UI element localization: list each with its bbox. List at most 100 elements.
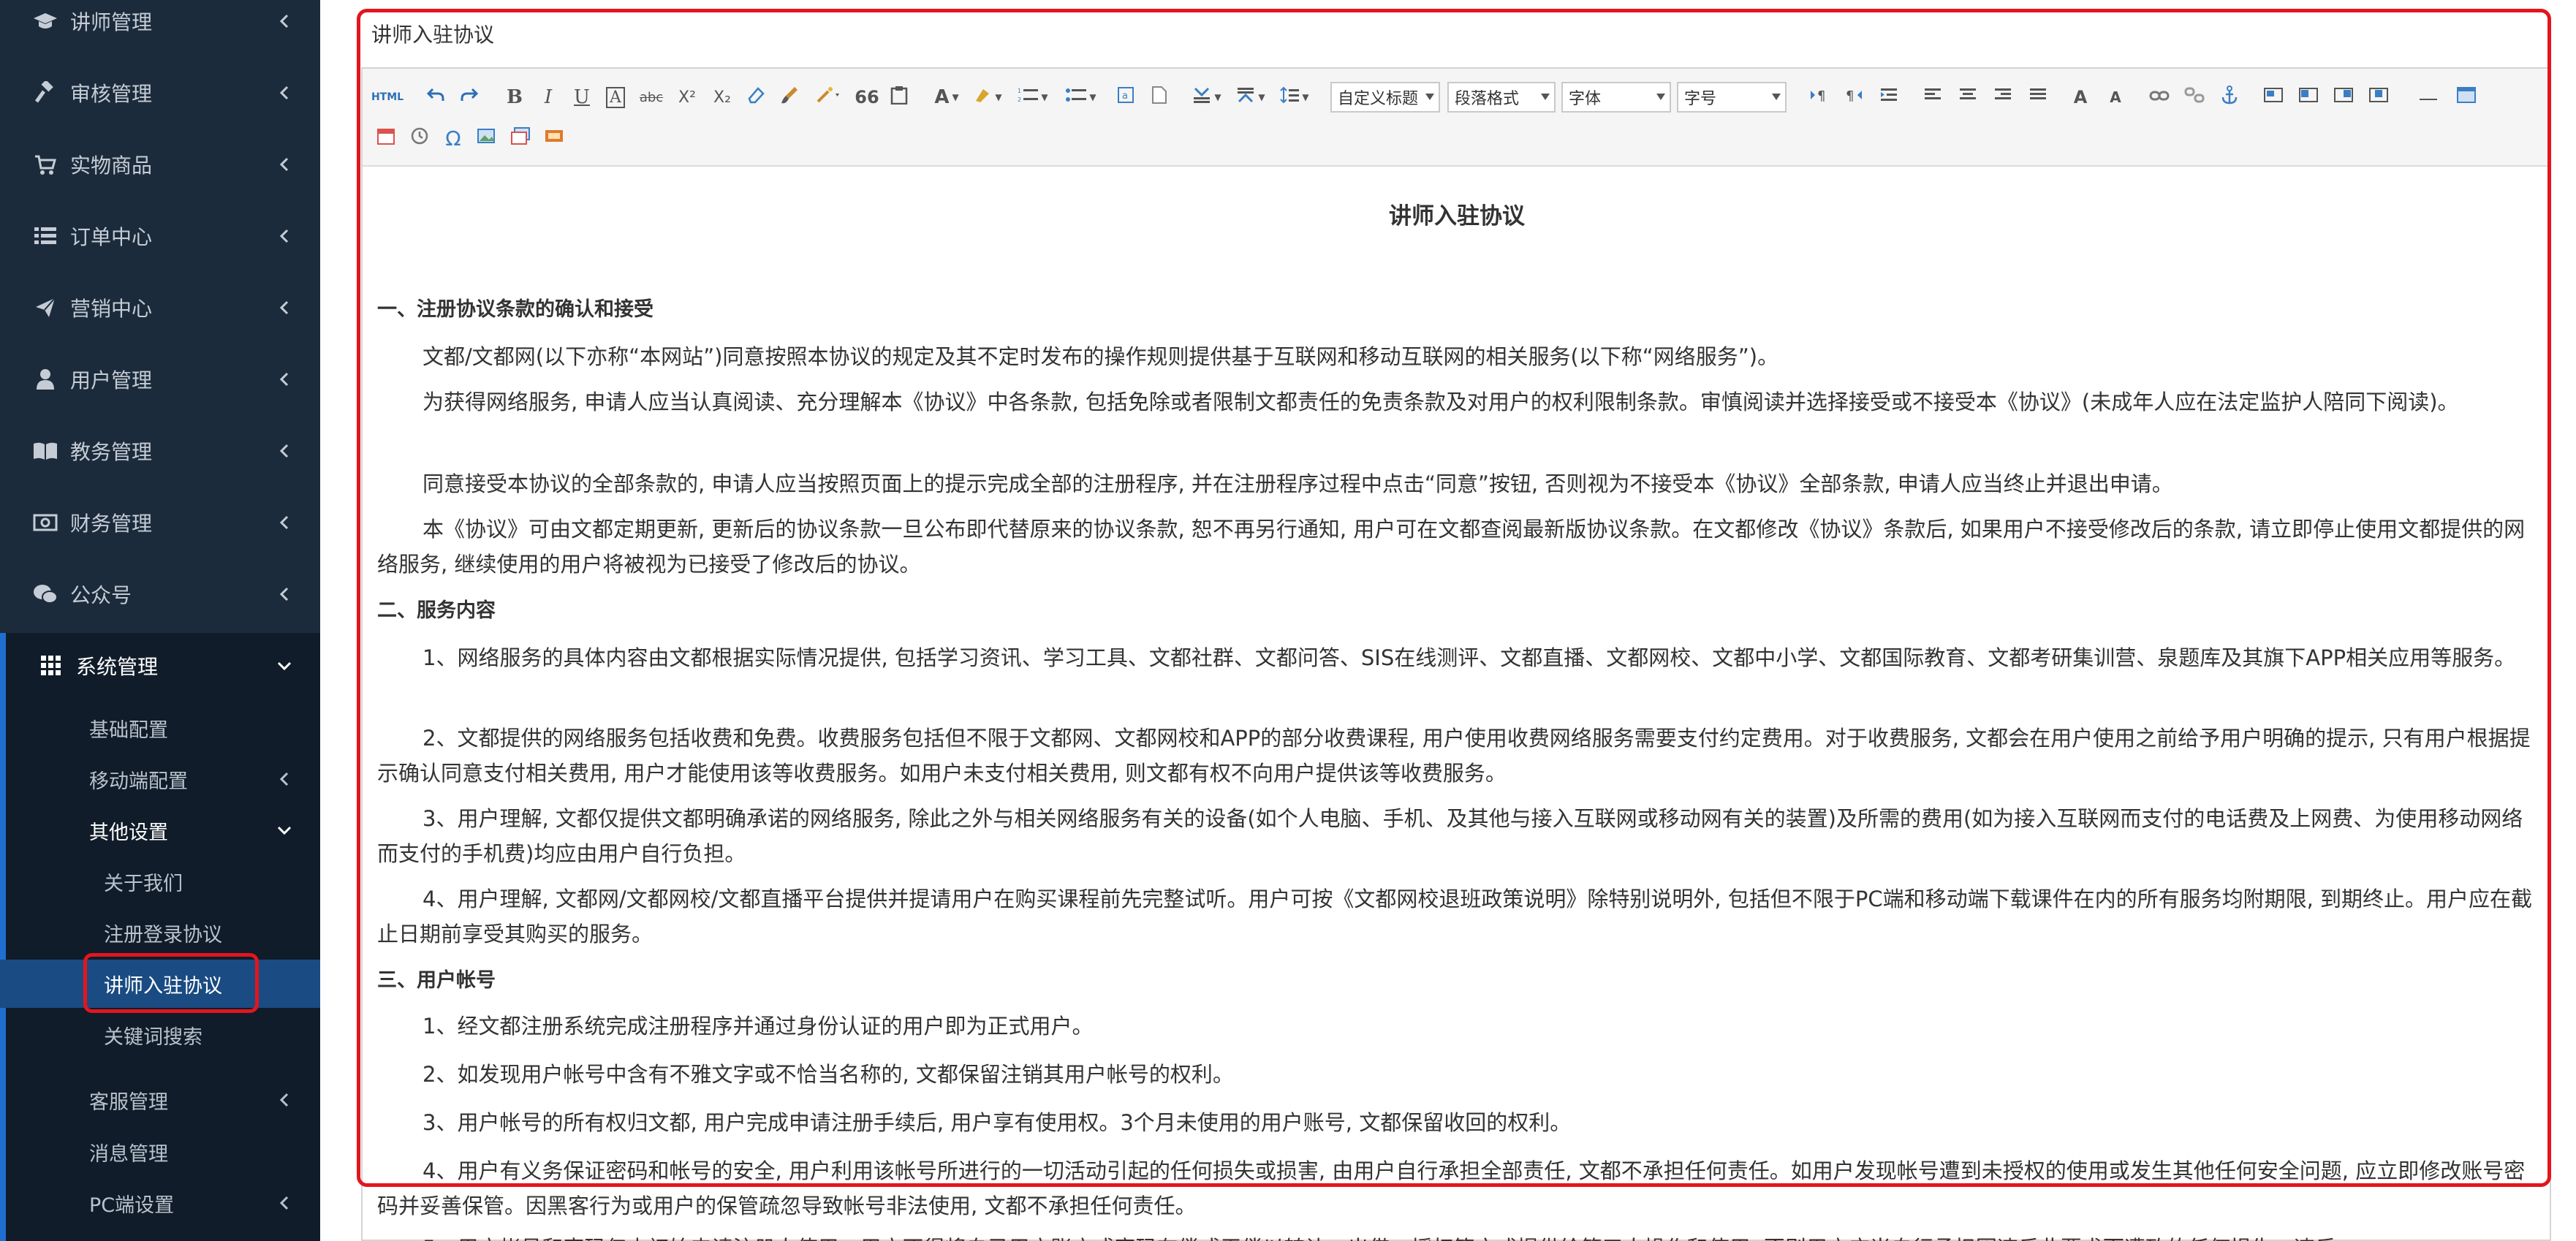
svg-text:2: 2 xyxy=(1018,96,1021,103)
fullscreen-button[interactable] xyxy=(2452,82,2481,113)
svg-text:¶: ¶ xyxy=(1817,88,1825,104)
agreement-title-input[interactable] xyxy=(365,12,2556,56)
dropdown-caret-icon: ▼ xyxy=(1089,92,1096,102)
paragraph-format-select[interactable]: 段落格式 xyxy=(1447,82,1556,113)
subscript-button[interactable]: X₂ xyxy=(708,82,737,113)
paragraph: 1、经文都注册系统完成注册程序并通过身份认证的用户即为正式用户。 xyxy=(423,1014,1094,1039)
book-open-icon xyxy=(32,438,58,464)
sidebar-item-marketing[interactable]: 营销中心 xyxy=(0,275,320,341)
multi-image-button[interactable] xyxy=(506,123,535,153)
sidebar-subitem-customer-service[interactable]: 客服管理 xyxy=(0,1076,320,1124)
sidebar-subitem-mobile-config[interactable]: 移动端配置 xyxy=(0,755,320,803)
unlink-button[interactable] xyxy=(2180,82,2209,113)
sidebar-item-wechat[interactable]: 公众号 xyxy=(0,561,320,627)
chevron-left-icon xyxy=(276,1092,292,1108)
sidebar-leaf-lecturer-agreement[interactable]: 讲师入驻协议 xyxy=(0,960,320,1008)
ordered-list-button[interactable]: 1 2 ▼ xyxy=(1015,82,1051,113)
ltr-direction-button[interactable]: ¶ xyxy=(1804,82,1833,113)
list-icon xyxy=(32,223,58,249)
italic-button[interactable]: I xyxy=(535,82,561,113)
paste-plain-button[interactable] xyxy=(886,82,912,113)
font-increase-button[interactable]: A xyxy=(2066,82,2095,113)
insert-image-button[interactable] xyxy=(472,123,501,153)
document-body[interactable]: 讲师入驻协议 一、注册协议条款的确认和接受 文都/文都网(以下亦称“本网站”)同… xyxy=(364,167,2550,1241)
chevron-left-icon xyxy=(276,586,292,602)
blockquote-button[interactable]: 66 xyxy=(852,82,882,113)
link-button[interactable] xyxy=(2145,82,2174,113)
clipboard-icon xyxy=(890,86,908,110)
background-color-button[interactable]: ▼ xyxy=(969,82,1006,113)
custom-title-select[interactable]: 自定义标题 xyxy=(1330,82,1440,113)
auto-format-button[interactable] xyxy=(810,82,846,113)
custom-title-value: 自定义标题 xyxy=(1338,90,1419,108)
sidebar-leaf-about-us[interactable]: 关于我们 xyxy=(0,857,320,906)
bold-label: B xyxy=(507,86,523,108)
sidebar-item-orders[interactable]: 订单中心 xyxy=(0,203,320,269)
horizontal-rule-button[interactable] xyxy=(2414,82,2443,113)
image-center-icon xyxy=(2368,86,2389,108)
sidebar-item-lecturer[interactable]: 讲师管理 xyxy=(0,0,320,54)
special-chars-button[interactable]: Ω xyxy=(439,123,468,153)
sidebar-subitem-other-settings[interactable]: 其他设置 xyxy=(0,806,320,854)
unordered-list-button[interactable]: ▼ xyxy=(1063,82,1099,113)
sidebar-subitem-basic-config[interactable]: 基础配置 xyxy=(0,704,320,752)
image-right-button[interactable] xyxy=(2329,82,2358,113)
strikethrough-label: abc xyxy=(639,89,664,105)
user-icon xyxy=(32,366,58,392)
sidebar-item-products[interactable]: 实物商品 xyxy=(0,132,320,197)
row-spacing-bottom-button[interactable]: ▼ xyxy=(1232,82,1269,113)
superscript-button[interactable]: X² xyxy=(673,82,702,113)
sidebar-item-academic[interactable]: 教务管理 xyxy=(0,418,320,484)
undo-button[interactable] xyxy=(421,82,450,113)
paragraph: 3、用户理解, 文都仅提供文都明确承诺的网络服务, 除此之外与相关网络服务有关的… xyxy=(377,806,2523,866)
insert-video-button[interactable] xyxy=(539,123,569,153)
rtl-direction-button[interactable]: ¶ xyxy=(1839,82,1868,113)
image-left-button[interactable] xyxy=(2294,82,2323,113)
anchor-text-button[interactable]: a xyxy=(1113,82,1139,113)
html-source-button[interactable]: HTML xyxy=(371,82,404,113)
bold-button[interactable]: B xyxy=(501,82,528,113)
format-painter-button[interactable] xyxy=(776,82,803,113)
eraser-button[interactable] xyxy=(743,82,769,113)
font-decrease-button[interactable]: A xyxy=(2101,82,2130,113)
dropdown-caret-icon: ▼ xyxy=(952,92,959,102)
sidebar-item-system[interactable]: 系统管理 xyxy=(0,633,320,699)
line-height-button[interactable]: ▼ xyxy=(1276,82,1313,113)
font-size-select[interactable]: 字号 xyxy=(1677,82,1787,113)
row-spacing-top-button[interactable]: ▼ xyxy=(1189,82,1225,113)
sidebar-subitem-pc-settings[interactable]: PC端设置 xyxy=(0,1179,320,1227)
align-center-button[interactable] xyxy=(1953,82,1982,113)
align-right-button[interactable] xyxy=(1988,82,2018,113)
chevron-left-icon xyxy=(276,771,292,787)
dropdown-arrow-icon xyxy=(1772,94,1781,100)
clear-doc-button[interactable] xyxy=(1146,82,1173,113)
font-color-button[interactable]: A ▼ xyxy=(928,82,965,113)
font-border-button[interactable]: A xyxy=(602,82,629,113)
align-left-button[interactable] xyxy=(1918,82,1947,113)
sidebar-leaf-register-agreement[interactable]: 注册登录协议 xyxy=(0,908,320,957)
sidebar-item-label: 营销中心 xyxy=(70,297,153,321)
sidebar-item-finance[interactable]: 财务管理 xyxy=(0,490,320,555)
sidebar-item-label: 订单中心 xyxy=(70,225,153,249)
image-center-button[interactable] xyxy=(2364,82,2393,113)
sidebar-item-users[interactable]: 用户管理 xyxy=(0,346,320,412)
anchor-button[interactable] xyxy=(2215,82,2244,113)
sidebar-subitem-label: 基础配置 xyxy=(89,718,168,742)
sidebar-item-review[interactable]: 审核管理 xyxy=(0,60,320,126)
sidebar-item-label: 系统管理 xyxy=(76,655,159,679)
omega-label: Ω xyxy=(445,126,461,151)
font-increase-label: A xyxy=(2073,87,2088,107)
paragraph: 3、用户帐号的所有权归文都, 用户完成申请注册手续后, 用户享有使用权。3个月未… xyxy=(423,1110,1572,1135)
align-justify-button[interactable] xyxy=(2023,82,2053,113)
chevron-left-icon xyxy=(276,156,292,172)
image-none-button[interactable] xyxy=(2259,82,2288,113)
strikethrough-button[interactable]: abc xyxy=(636,82,667,113)
font-family-select[interactable]: 字体 xyxy=(1561,82,1671,113)
insert-time-button[interactable] xyxy=(405,123,434,153)
insert-date-button[interactable] xyxy=(371,123,401,153)
indent-button[interactable] xyxy=(1874,82,1903,113)
sidebar-leaf-keyword-search[interactable]: 关键词搜索 xyxy=(0,1011,320,1059)
redo-button[interactable] xyxy=(455,82,484,113)
underline-button[interactable]: U xyxy=(569,82,595,113)
sidebar-subitem-messages[interactable]: 消息管理 xyxy=(0,1128,320,1176)
